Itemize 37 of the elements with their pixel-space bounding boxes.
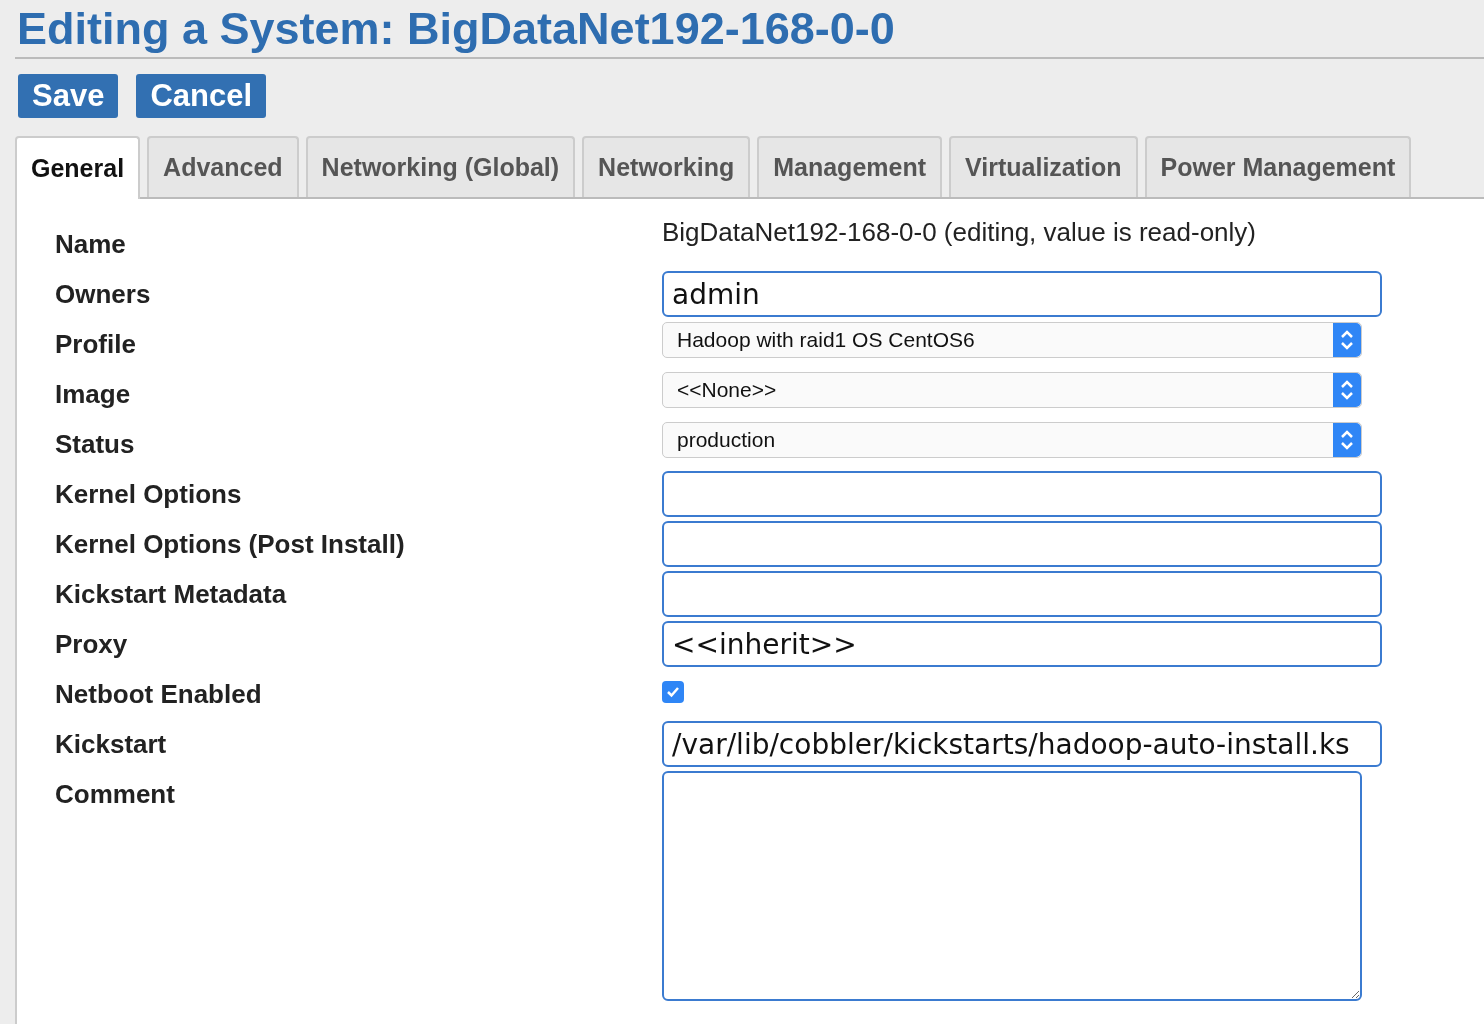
input-field[interactable]: [662, 571, 1382, 617]
input-field[interactable]: admin: [662, 271, 1382, 317]
field-label: Kickstart: [55, 728, 168, 761]
checkbox[interactable]: [662, 681, 684, 703]
tab[interactable]: Power Management: [1144, 136, 1412, 197]
tab[interactable]: General: [15, 136, 141, 199]
updown-arrows-icon: [1333, 373, 1361, 407]
field-label: Kernel Options: [55, 478, 243, 511]
field-label: Profile: [55, 328, 137, 361]
field-label: Netboot Enabled: [55, 678, 263, 711]
tab[interactable]: Networking (Global): [305, 136, 576, 197]
field-label: Image: [55, 378, 132, 411]
updown-arrows-icon: [1333, 423, 1361, 457]
save-button[interactable]: Save: [18, 74, 119, 118]
field-value: BigDataNet192-168-0-0 (editing, value is read-only): [662, 217, 1256, 248]
page-title: Editing a System: BigDataNet192-168-0-0: [15, 0, 1484, 59]
input-field[interactable]: [662, 521, 1382, 567]
textarea-field[interactable]: [662, 771, 1362, 1001]
field-label: Status: [55, 428, 136, 461]
input-field[interactable]: <<inherit>>: [662, 621, 1382, 667]
input-field[interactable]: [662, 471, 1382, 517]
field-label: Kickstart Metadata: [55, 578, 288, 611]
select-field[interactable]: production: [662, 422, 1362, 458]
tab[interactable]: Virtualization: [949, 136, 1138, 197]
field-label: Owners: [55, 278, 152, 311]
select-field[interactable]: <<None>>: [662, 372, 1362, 408]
field-label: Kernel Options (Post Install): [55, 528, 406, 561]
field-label: Comment: [55, 778, 176, 811]
field-label: Name: [55, 228, 127, 261]
tab[interactable]: Advanced: [147, 136, 299, 197]
input-field[interactable]: /var/lib/cobbler/kickstarts/hadoop-auto-install.ks: [662, 721, 1382, 767]
field-label: Proxy: [55, 628, 129, 661]
tab[interactable]: Management: [757, 136, 943, 197]
updown-arrows-icon: [1333, 323, 1361, 357]
tab[interactable]: Networking: [582, 136, 751, 197]
cancel-button[interactable]: Cancel: [136, 74, 267, 118]
select-field[interactable]: Hadoop with raid1 OS CentOS6: [662, 322, 1362, 358]
